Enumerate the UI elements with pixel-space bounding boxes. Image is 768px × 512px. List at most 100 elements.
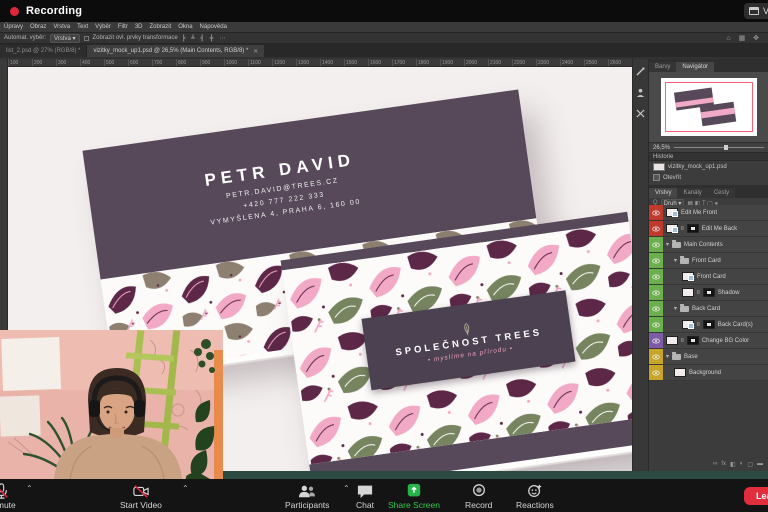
layer-row[interactable]: ▾Base bbox=[649, 349, 768, 365]
history-panel-header[interactable]: Historie bbox=[649, 152, 768, 161]
menu-item[interactable]: Text bbox=[77, 24, 88, 30]
participants-options-caret[interactable]: ⌃ bbox=[343, 484, 350, 493]
layer-visibility-eye-icon[interactable] bbox=[649, 269, 663, 284]
reactions-smiley-icon bbox=[526, 483, 544, 499]
layer-visibility-eye-icon[interactable] bbox=[649, 333, 663, 348]
group-expand-caret[interactable]: ▾ bbox=[666, 353, 669, 360]
tab-close-icon[interactable]: ✕ bbox=[253, 48, 258, 55]
layer-row[interactable]: 8Back Card(s) bbox=[649, 317, 768, 333]
layer-visibility-eye-icon[interactable] bbox=[649, 221, 663, 236]
layer-thumbnail[interactable] bbox=[674, 368, 686, 377]
document-tab-active[interactable]: vizitky_mock_up1.psd @ 26,5% (Main Conte… bbox=[87, 45, 264, 57]
tab-colors[interactable]: Barvy bbox=[649, 62, 676, 72]
reactions-button[interactable]: Reactions bbox=[516, 483, 554, 510]
show-transform-checkbox[interactable] bbox=[84, 36, 89, 41]
layer-mask-icon[interactable]: ◧ bbox=[730, 461, 736, 468]
layer-thumbnail[interactable] bbox=[666, 208, 678, 217]
recording-bar: Recording View bbox=[0, 0, 768, 22]
chat-button[interactable]: Chat bbox=[356, 483, 374, 510]
layer-mask-thumbnail[interactable] bbox=[703, 320, 715, 329]
mute-options-caret[interactable]: ⌃ bbox=[26, 484, 33, 493]
layer-thumbnail[interactable] bbox=[682, 272, 694, 281]
layer-visibility-eye-icon[interactable] bbox=[649, 301, 663, 316]
menu-item[interactable]: Nápověda bbox=[200, 24, 227, 30]
layer-mask-thumbnail[interactable] bbox=[687, 224, 699, 233]
align-icons[interactable]: ┣ ┻ ┫ ╋ bbox=[182, 35, 215, 42]
layer-row[interactable]: 8Shadow bbox=[649, 285, 768, 301]
group-expand-caret[interactable]: ▾ bbox=[674, 257, 677, 264]
delete-layer-icon[interactable]: ▬ bbox=[757, 461, 763, 467]
layer-name: Back Card bbox=[692, 306, 720, 312]
clone-source-panel-icon[interactable] bbox=[636, 88, 645, 97]
camera-off-icon bbox=[132, 483, 150, 499]
group-expand-caret[interactable]: ▾ bbox=[674, 305, 677, 312]
navigator-zoom-value: 26,5% bbox=[653, 145, 670, 151]
layer-visibility-eye-icon[interactable] bbox=[649, 205, 663, 220]
tab-channels[interactable]: Kanály bbox=[677, 188, 707, 198]
layer-row[interactable]: ▾Front Card bbox=[649, 253, 768, 269]
layer-visibility-eye-icon[interactable] bbox=[649, 317, 663, 332]
brush-panel-icon[interactable] bbox=[636, 67, 645, 76]
layer-thumbnail[interactable] bbox=[666, 224, 678, 233]
layer-visibility-eye-icon[interactable] bbox=[649, 237, 663, 252]
share-screen-button[interactable]: Share Screen bbox=[388, 483, 440, 510]
layer-row[interactable]: 8Edit Me Back bbox=[649, 221, 768, 237]
leave-button[interactable]: Leave bbox=[744, 487, 768, 505]
layer-style-icon[interactable]: fx bbox=[721, 461, 726, 467]
ruler-tick: 400 bbox=[80, 59, 104, 66]
ruler-tick: 2200 bbox=[512, 59, 536, 66]
menu-item[interactable]: Úpravy bbox=[4, 24, 23, 30]
layer-row[interactable]: Background bbox=[649, 365, 768, 381]
scissors-panel-icon[interactable] bbox=[636, 109, 645, 118]
layer-name: Main Contents bbox=[684, 242, 723, 248]
new-group-icon[interactable]: ▢ bbox=[747, 461, 753, 468]
layer-thumbnail[interactable] bbox=[682, 320, 694, 329]
menu-item[interactable]: Filtr bbox=[118, 24, 128, 30]
layer-row[interactable]: Front Card bbox=[649, 269, 768, 285]
layer-mask-thumbnail[interactable] bbox=[703, 288, 715, 297]
video-options-caret[interactable]: ⌃ bbox=[182, 484, 189, 493]
autoselect-dropdown[interactable]: Vrstva ▾ bbox=[50, 34, 79, 43]
layer-visibility-eye-icon[interactable] bbox=[649, 285, 663, 300]
menu-item[interactable]: Zobrazit bbox=[150, 24, 172, 30]
layer-thumbnail[interactable] bbox=[682, 288, 694, 297]
navigator-preview[interactable] bbox=[649, 72, 768, 142]
layer-thumbnail[interactable] bbox=[666, 336, 678, 345]
layer-row[interactable]: 8Change BG Color bbox=[649, 333, 768, 349]
tab-paths[interactable]: Cesty bbox=[708, 188, 735, 198]
unmute-button[interactable]: Unmute ⌃ bbox=[0, 483, 16, 510]
navigator-zoom-slider[interactable] bbox=[674, 147, 764, 148]
layer-mask-thumbnail[interactable] bbox=[687, 336, 699, 345]
adjustment-layer-icon[interactable]: ◐ bbox=[740, 461, 744, 467]
menu-item[interactable]: Vrstva bbox=[53, 24, 70, 30]
tab-layers[interactable]: Vrstvy bbox=[649, 188, 677, 198]
menu-item[interactable]: Výběr bbox=[95, 24, 111, 30]
menu-item[interactable]: 3D bbox=[135, 24, 143, 30]
ruler-tick: 2300 bbox=[536, 59, 560, 66]
group-expand-caret[interactable]: ▾ bbox=[666, 241, 669, 248]
ruler-tick: 1400 bbox=[320, 59, 344, 66]
link-layers-icon[interactable]: ∞ bbox=[713, 461, 717, 467]
workspace-icons[interactable]: ⌂ ▦ ✥ bbox=[726, 34, 762, 42]
layer-visibility-eye-icon[interactable] bbox=[649, 253, 663, 268]
zoom-control-bar: Unmute ⌃ Start Video ⌃ Participants ⌃ bbox=[0, 479, 768, 512]
ruler-tick: 500 bbox=[104, 59, 128, 66]
layer-visibility-eye-icon[interactable] bbox=[649, 365, 663, 380]
view-button[interactable]: View bbox=[744, 3, 768, 19]
layer-row[interactable]: Edit Me Front bbox=[649, 205, 768, 221]
record-button[interactable]: Record bbox=[465, 483, 492, 510]
document-tab-inactive[interactable]: list_2.psd @ 27% (RGB/8) * bbox=[0, 45, 87, 57]
webcam-video-tile[interactable] bbox=[0, 330, 223, 479]
menu-item[interactable]: Obraz bbox=[30, 24, 46, 30]
layer-row[interactable]: ▾ Main Contents bbox=[649, 237, 768, 253]
menu-item[interactable]: Okna bbox=[178, 24, 192, 30]
history-snapshot-row[interactable]: vizitky_mock_up1.psd bbox=[649, 161, 768, 172]
layer-row[interactable]: ▾ Back Card bbox=[649, 301, 768, 317]
tab-navigator[interactable]: Navigátor bbox=[676, 62, 714, 72]
layer-visibility-eye-icon[interactable] bbox=[649, 349, 663, 364]
more-options-icon[interactable]: ⋯ bbox=[219, 35, 227, 42]
participants-button[interactable]: Participants ⌃ bbox=[285, 483, 329, 510]
start-video-button[interactable]: Start Video ⌃ bbox=[120, 483, 162, 510]
folder-icon bbox=[680, 306, 689, 312]
history-step-row[interactable]: Otevřít bbox=[649, 172, 768, 183]
